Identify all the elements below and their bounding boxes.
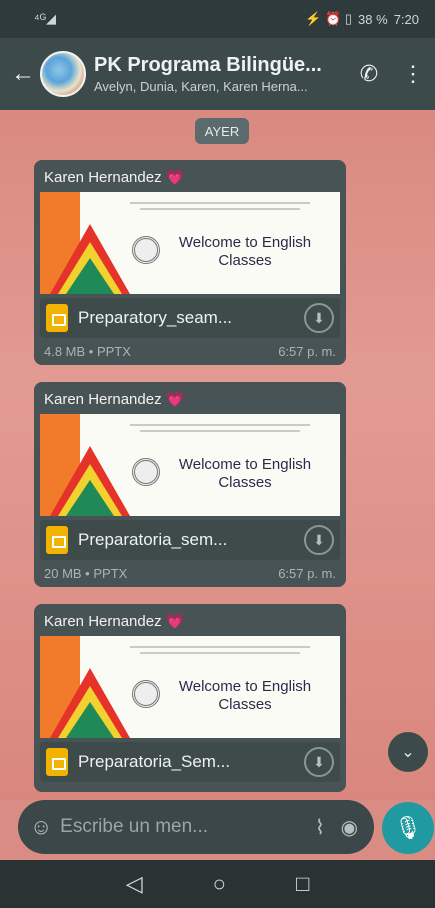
date-separator: AYER bbox=[195, 118, 249, 144]
sender-name: Karen Hernandez bbox=[44, 391, 162, 408]
heart-icon: 💗 bbox=[165, 613, 185, 630]
message-time: 6:57 p. m. bbox=[278, 344, 336, 359]
sender-name: Karen Hernandez bbox=[44, 169, 162, 186]
message-time: 6:57 p. m. bbox=[278, 566, 336, 581]
file-name: Preparatoria_sem... bbox=[78, 530, 228, 549]
back-arrow-icon[interactable]: ← bbox=[6, 60, 40, 88]
file-name: Preparatoria_Sem... bbox=[78, 752, 231, 771]
school-seal-icon bbox=[132, 236, 160, 264]
slide-decoration bbox=[66, 702, 114, 738]
download-icon[interactable]: ⬇ bbox=[304, 747, 334, 777]
camera-icon[interactable]: ◉ bbox=[335, 815, 364, 840]
battery-level: 38 % bbox=[358, 11, 388, 27]
slide-header-text bbox=[140, 208, 300, 210]
chat-header[interactable]: ← PK Programa Bilingüe... Avelyn, Dunia,… bbox=[0, 38, 435, 110]
document-preview[interactable]: Welcome to English Classes bbox=[40, 636, 340, 738]
message-sender: Karen Hernandez 💗 bbox=[44, 168, 340, 186]
heart-icon: 💗 bbox=[165, 169, 185, 186]
file-size-type: 4.8 MB • PPTX bbox=[44, 344, 131, 359]
slide-header-text bbox=[140, 652, 300, 654]
message-sender: Karen Hernandez 💗 bbox=[44, 612, 340, 630]
slide-header-text bbox=[130, 424, 310, 426]
slide-title: Welcome to English Classes bbox=[178, 678, 312, 713]
emoji-icon[interactable]: ☺ bbox=[28, 814, 54, 840]
message-meta: 4.8 MB • PPTX 6:57 p. m. bbox=[40, 338, 340, 361]
message-bubble[interactable]: Karen Hernandez 💗 Welcome to English Cla… bbox=[34, 160, 346, 365]
file-size-type: 20 MB • PPTX bbox=[44, 566, 128, 581]
chat-area[interactable]: AYER Karen Hernandez 💗 Welcome to Englis… bbox=[0, 110, 435, 800]
message-bubble[interactable]: Karen Hernandez 💗 Welcome to English Cla… bbox=[34, 382, 346, 587]
file-row[interactable]: Preparatoria_sem... ⬇ bbox=[40, 520, 340, 560]
clock: 7:20 bbox=[393, 11, 419, 27]
message-composer[interactable]: ☺ ⌇ ◉ bbox=[18, 800, 374, 854]
chat-title: PK Programa Bilingüe... bbox=[94, 54, 322, 76]
document-preview[interactable]: Welcome to English Classes bbox=[40, 192, 340, 294]
document-preview[interactable]: Welcome to English Classes bbox=[40, 414, 340, 516]
chevron-double-down-icon: ⌄ bbox=[401, 744, 415, 761]
status-icons: ⚡ ⏰ ▯ bbox=[305, 11, 353, 26]
slide-header-text bbox=[130, 202, 310, 204]
message-bubble[interactable]: Karen Hernandez 💗 Welcome to English Cla… bbox=[34, 604, 346, 792]
nav-back-icon[interactable]: ◁ bbox=[126, 871, 143, 897]
file-row[interactable]: Preparatory_seam... ⬇ bbox=[40, 298, 340, 338]
chat-info[interactable]: PK Programa Bilingüe... Avelyn, Dunia, K… bbox=[94, 54, 347, 94]
scroll-to-bottom-button[interactable]: ⌄ bbox=[388, 732, 428, 772]
heart-icon: 💗 bbox=[165, 391, 185, 408]
download-icon[interactable]: ⬇ bbox=[304, 525, 334, 555]
status-bar: ⁴ᴳ◢ ⚡ ⏰ ▯ 38 % 7:20 bbox=[0, 0, 435, 38]
pptx-file-icon bbox=[46, 526, 68, 554]
sender-name: Karen Hernandez bbox=[44, 613, 162, 630]
message-sender: Karen Hernandez 💗 bbox=[44, 390, 340, 408]
chat-participants: Avelyn, Dunia, Karen, Karen Herna... bbox=[94, 79, 308, 94]
pptx-file-icon bbox=[46, 304, 68, 332]
pptx-file-icon bbox=[46, 748, 68, 776]
microphone-icon: 🎙 bbox=[394, 815, 422, 840]
slide-title: Welcome to English Classes bbox=[178, 234, 312, 269]
file-name: Preparatory_seam... bbox=[78, 308, 233, 327]
signal-icon: ⁴ᴳ◢ bbox=[34, 11, 57, 26]
download-icon[interactable]: ⬇ bbox=[304, 303, 334, 333]
nav-recents-icon[interactable]: □ bbox=[296, 871, 309, 897]
more-vert-icon[interactable]: ⋮ bbox=[391, 61, 435, 87]
slide-decoration bbox=[66, 480, 114, 516]
file-row[interactable]: Preparatoria_Sem... ⬇ bbox=[40, 742, 340, 782]
school-seal-icon bbox=[132, 680, 160, 708]
phone-screen: ⁴ᴳ◢ ⚡ ⏰ ▯ 38 % 7:20 ← PK Programa Biling… bbox=[0, 0, 435, 908]
slide-decoration bbox=[66, 258, 114, 294]
message-meta: 20 MB • PPTX 6:57 p. m. bbox=[40, 560, 340, 583]
nav-home-icon[interactable]: ○ bbox=[213, 871, 226, 897]
message-input[interactable] bbox=[54, 816, 306, 838]
slide-header-text bbox=[130, 646, 310, 648]
school-seal-icon bbox=[132, 458, 160, 486]
slide-title: Welcome to English Classes bbox=[178, 456, 312, 491]
add-call-icon[interactable]: ✆ bbox=[347, 61, 391, 87]
android-nav-bar: ◁ ○ □ bbox=[0, 860, 435, 908]
mic-button[interactable]: 🎙 bbox=[382, 802, 434, 854]
group-avatar[interactable] bbox=[40, 51, 86, 97]
paperclip-icon[interactable]: ⌇ bbox=[305, 815, 334, 840]
slide-header-text bbox=[140, 430, 300, 432]
